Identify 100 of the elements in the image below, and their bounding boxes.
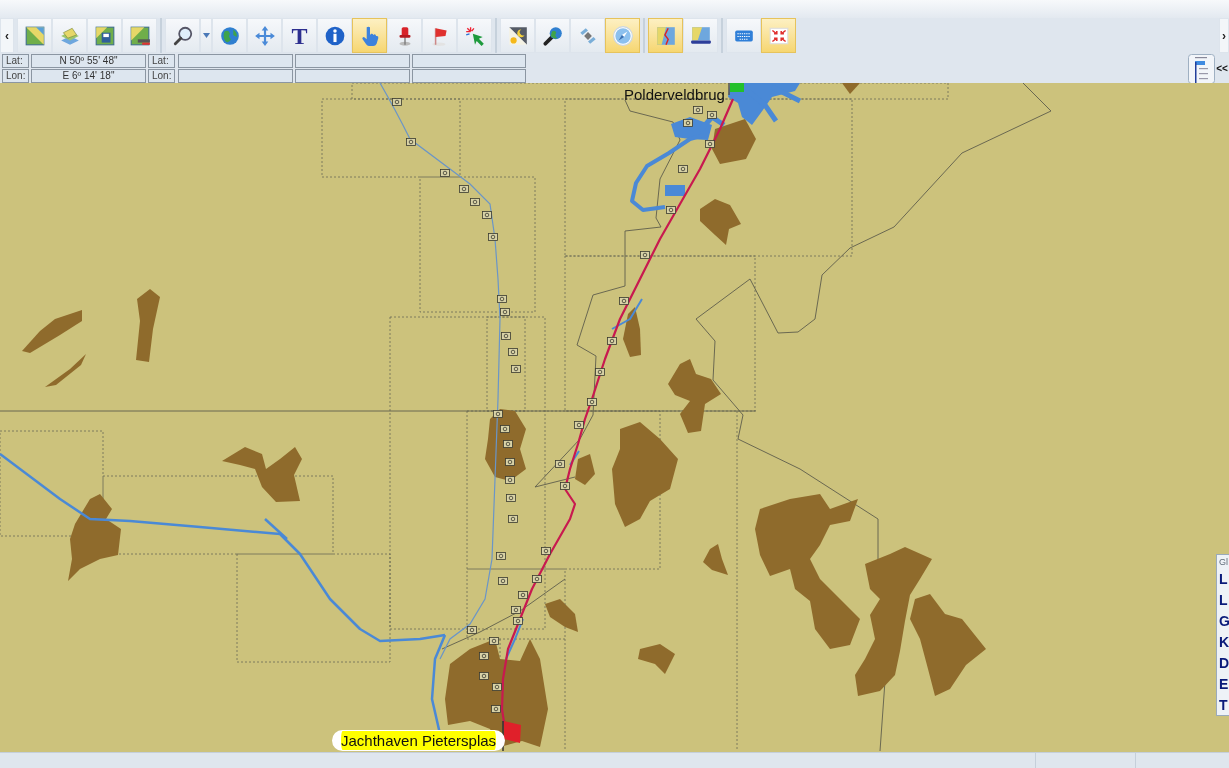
camera-icon[interactable] [678,165,688,173]
coordinate-label: Lat: [148,54,175,68]
camera-icon[interactable] [574,421,584,429]
terrain-patch [700,199,741,245]
camera-icon[interactable] [640,251,650,259]
camera-icon[interactable] [707,111,717,119]
place-label: Polderveldbrug [624,86,725,104]
info-icon [323,24,346,47]
coordinate-field: E 6º 14' 18" [31,69,146,83]
camera-icon[interactable] [496,552,506,560]
terrain-patch [638,644,675,674]
panel-item[interactable]: E [1219,674,1229,695]
camera-icon[interactable] [493,410,503,418]
coordinate-field: N 50º 55' 48" [31,54,146,68]
camera-icon[interactable] [607,337,617,345]
globe-icon [218,24,241,47]
camera-icon[interactable] [505,458,515,466]
camera-icon[interactable] [503,440,513,448]
dropdown-button[interactable] [200,18,212,53]
terrain-patch [575,454,595,485]
toolbar-button[interactable] [317,18,352,53]
terrain-patch [712,119,756,164]
toolbar-button[interactable] [87,18,122,53]
camera-icon[interactable] [666,206,676,214]
scroll-left-button[interactable]: ‹ [0,18,14,53]
toolbar-button[interactable] [122,18,157,53]
globe-search-icon [541,24,564,47]
flag-icon[interactable] [502,720,521,751]
map-background[interactable]: Polderveldbrug Jachthaven Pietersplas Gl L L G K D E T [0,83,1229,752]
camera-icon[interactable] [505,476,515,484]
camera-icon[interactable] [705,140,715,148]
camera-icon[interactable] [506,494,516,502]
camera-icon[interactable] [498,577,508,585]
panel-item[interactable]: G [1219,611,1229,632]
compass-icon [611,24,634,47]
camera-icon[interactable] [440,169,450,177]
caret-icon [202,33,210,38]
cursor-sparkle-icon [463,24,486,47]
camera-icon[interactable] [479,652,489,660]
coordinate-label: Lon: [148,69,175,83]
camera-icon[interactable] [488,233,498,241]
panel-item[interactable]: L [1219,569,1229,590]
panel-title: Gl [1219,556,1229,569]
map-screen-icon [689,24,712,47]
camera-icon[interactable] [518,591,528,599]
sun-moon-icon [506,24,529,47]
camera-icon[interactable] [555,460,565,468]
move-icon [253,24,276,47]
camera-icon[interactable] [560,482,570,490]
panel-item[interactable]: K [1219,632,1229,653]
layer-list-icon [1188,53,1215,84]
camera-icon[interactable] [508,515,518,523]
camera-icon[interactable] [532,575,542,583]
camera-icon[interactable] [595,368,605,376]
search-icon [171,24,194,47]
camera-icon[interactable] [693,106,703,114]
camera-icon[interactable] [492,683,502,691]
camera-icon[interactable] [619,297,629,305]
camera-icon[interactable] [406,138,416,146]
map-tile-icon [23,24,46,47]
camera-icon[interactable] [479,672,489,680]
toolbar-button[interactable]: T [282,18,317,53]
camera-icon[interactable] [587,398,597,406]
camera-icon[interactable] [470,198,480,206]
toolbar-button[interactable] [500,18,535,53]
panel-item[interactable]: D [1219,653,1229,674]
camera-icon[interactable] [511,606,521,614]
camera-icon[interactable] [497,295,507,303]
camera-icon[interactable] [541,547,551,555]
toolbar-button[interactable] [165,18,200,53]
camera-icon[interactable] [501,332,511,340]
camera-icon[interactable] [500,425,510,433]
camera-icon[interactable] [392,98,402,106]
toolbar-button[interactable] [535,18,570,53]
camera-icon[interactable] [491,705,501,713]
camera-icon[interactable] [482,211,492,219]
map-save-icon [93,24,116,47]
water-area [728,83,800,125]
camera-icon[interactable] [513,617,523,625]
camera-icon[interactable] [500,308,510,316]
coordinate-label: Lat: [2,54,29,68]
camera-icon[interactable] [459,185,469,193]
scroll-right-button[interactable]: › [1219,18,1229,53]
camera-icon[interactable] [467,626,477,634]
camera-icon[interactable] [683,119,693,127]
water-area [665,185,685,196]
toolbar-button[interactable] [683,18,718,53]
collapse-button[interactable]: << [1215,63,1229,74]
river-line [569,450,580,466]
terrain-patch [545,599,578,632]
camera-icon[interactable] [508,348,518,356]
terrain-patch [703,544,728,575]
camera-icon[interactable] [511,365,521,373]
panel-item[interactable]: L [1219,590,1229,611]
place-label: Jachthaven Pietersplas [332,730,506,751]
river-line [611,298,643,330]
map-export-icon [128,24,151,47]
panel-item[interactable]: T [1219,695,1229,716]
camera-icon[interactable] [489,637,499,645]
route-map-icon [654,24,677,47]
